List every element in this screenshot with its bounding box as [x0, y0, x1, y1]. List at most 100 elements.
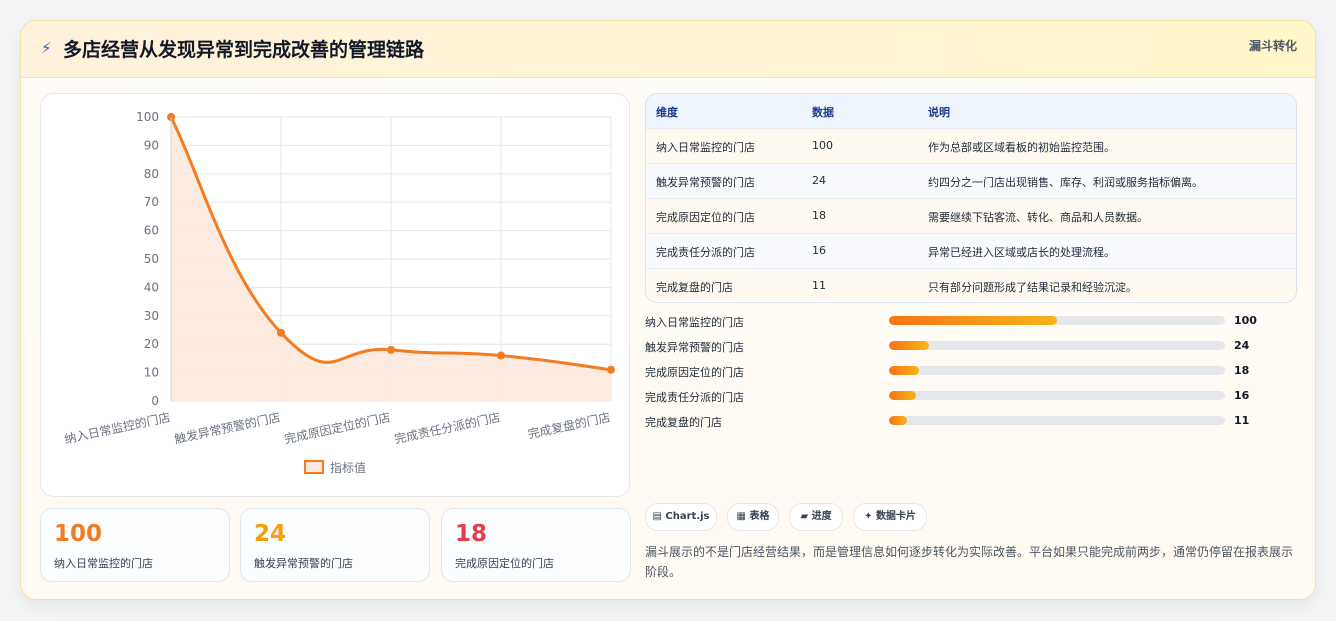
bolt-icon: ⚡	[41, 39, 52, 57]
y-tick-label: 20	[144, 337, 159, 351]
y-tick-label: 60	[144, 224, 159, 238]
stat-label: 完成原因定位的门店	[455, 557, 554, 570]
y-tick-label: 100	[136, 110, 159, 124]
y-tick-label: 50	[144, 252, 159, 266]
line-chart-panel: 0 10 20 30 40 50 60 70 80 90 100 纳入日常监控的门店 触发异常预警的门店…	[40, 93, 630, 497]
chip-label: Chart.js	[665, 511, 710, 522]
data-point	[387, 345, 395, 354]
table-cell: 触发异常预警的门店	[656, 176, 755, 189]
progress-fill	[889, 416, 908, 425]
table-cell: 异常已经进入区域或店长的处理流程。	[928, 246, 1115, 259]
table-row: 完成原因定位的门店 18 需要继续下钻客流、转化、商品和人员数据。	[646, 198, 1296, 234]
y-tick-label: 90	[144, 138, 159, 152]
progress-fill	[889, 391, 916, 400]
table-cell: 100	[812, 139, 833, 152]
stat-label: 纳入日常监控的门店	[54, 557, 153, 570]
y-tick-label: 10	[144, 366, 159, 380]
card-title: 多店经营从发现异常到完成改善的管理链路	[63, 39, 425, 61]
data-point	[277, 328, 285, 337]
table-cell: 纳入日常监控的门店	[656, 141, 755, 154]
y-tick-label: 40	[144, 280, 159, 294]
data-table: 维度 数据 说明 纳入日常监控的门店 100 作为总部或区域看板的初始监控范围。…	[645, 93, 1297, 303]
progress-label: 完成原因定位的门店	[645, 366, 744, 379]
table-header-cell: 数据	[812, 106, 834, 119]
progress-value: 11	[1234, 414, 1250, 427]
progress-label: 完成责任分派的门店	[645, 391, 744, 404]
progress-row: 完成复盘的门店 11	[645, 411, 1295, 431]
x-tick-label: 完成责任分派的门店	[393, 409, 502, 446]
data-point	[607, 365, 615, 374]
x-tick-label: 触发异常预警的门店	[173, 409, 282, 446]
y-tick-label: 80	[144, 167, 159, 181]
x-tick-label: 完成原因定位的门店	[283, 409, 392, 446]
summary-note: 漏斗展示的不是门店经营结果，而是管理信息如何逐步转化为实际改善。平台如果只能完成…	[645, 545, 1294, 579]
chip-label: 表格	[749, 511, 770, 522]
tag-progress[interactable]: ▰ 进度	[789, 503, 843, 531]
progress-track	[889, 341, 1225, 350]
progress-row: 完成责任分派的门店 16	[645, 386, 1295, 406]
line-chart: 0 10 20 30 40 50 60 70 80 90 100 纳入日常监控的门店 触发异常预警的门店…	[63, 110, 615, 475]
stat-card: 100 纳入日常监控的门店	[40, 508, 230, 582]
card-header: ⚡ 多店经营从发现异常到完成改善的管理链路 漏斗转化	[21, 21, 1315, 78]
stat-value: 100	[54, 521, 103, 547]
progress-track	[889, 391, 1225, 400]
legend-label: 指标值	[330, 460, 366, 475]
progress-row: 完成原因定位的门店 18	[645, 361, 1295, 381]
stat-card: 18 完成原因定位的门店	[441, 508, 631, 582]
table-cell: 需要继续下钻客流、转化、商品和人员数据。	[928, 211, 1148, 224]
progress-fill	[889, 366, 920, 375]
table-cell: 完成原因定位的门店	[656, 211, 755, 224]
table-cell: 11	[812, 279, 826, 292]
table-cell: 作为总部或区域看板的初始监控范围。	[928, 141, 1115, 154]
y-tick-label: 70	[144, 195, 159, 209]
tag-data-card[interactable]: ✦ 数据卡片	[853, 503, 927, 531]
category-tag: 漏斗转化	[1248, 39, 1297, 53]
chip-label: 数据卡片	[875, 511, 916, 522]
progress-label: 完成复盘的门店	[645, 416, 722, 429]
progress-list: 纳入日常监控的门店 100 触发异常预警的门店 24 完成原因定位的门店 18 …	[645, 311, 1295, 441]
table-row: 完成复盘的门店 11 只有部分问题形成了结果记录和经验沉淀。	[646, 268, 1296, 302]
table-cell: 24	[812, 174, 826, 187]
chart-icon: ▤	[652, 511, 662, 522]
funnel-card: ⚡ 多店经营从发现异常到完成改善的管理链路 漏斗转化 0 10 20 30 40 50 60…	[20, 20, 1316, 600]
table-cell: 完成复盘的门店	[656, 281, 733, 294]
progress-value: 16	[1234, 389, 1250, 402]
progress-fill	[889, 316, 1057, 325]
data-point	[497, 351, 505, 360]
table-header-cell: 维度	[656, 106, 678, 119]
table-row: 触发异常预警的门店 24 约四分之一门店出现销售、库存、利润或服务指标偏离。	[646, 163, 1296, 199]
chip-label: 进度	[811, 511, 832, 522]
tag-chartjs[interactable]: ▤ Chart.js	[645, 503, 717, 531]
progress-value: 24	[1234, 339, 1250, 352]
progress-value: 18	[1234, 364, 1250, 377]
progress-fill	[889, 341, 930, 350]
stat-label: 触发异常预警的门店	[254, 557, 353, 570]
table-row: 完成责任分派的门店 16 异常已经进入区域或店长的处理流程。	[646, 233, 1296, 269]
progress-label: 纳入日常监控的门店	[645, 316, 744, 329]
table-icon: ▦	[736, 511, 746, 522]
progress-value: 100	[1234, 314, 1257, 327]
table-cell: 只有部分问题形成了结果记录和经验沉淀。	[928, 281, 1137, 294]
stat-value: 24	[254, 521, 287, 547]
progress-row: 触发异常预警的门店 24	[645, 336, 1295, 356]
x-tick-label: 纳入日常监控的门店	[63, 409, 172, 446]
table-cell: 18	[812, 209, 826, 222]
table-header-row: 维度 数据 说明	[646, 94, 1296, 129]
y-tick-label: 0	[151, 394, 159, 408]
table-cell: 约四分之一门店出现销售、库存、利润或服务指标偏离。	[928, 176, 1203, 189]
progress-track	[889, 366, 1225, 375]
table-cell: 16	[812, 244, 826, 257]
table-cell: 完成责任分派的门店	[656, 246, 755, 259]
tag-table[interactable]: ▦ 表格	[727, 503, 779, 531]
progress-row: 纳入日常监控的门店 100	[645, 311, 1295, 331]
progress-track	[889, 416, 1225, 425]
y-tick-label: 30	[144, 309, 159, 323]
stat-value: 18	[455, 521, 488, 547]
progress-track	[889, 316, 1225, 325]
progress-label: 触发异常预警的门店	[645, 341, 744, 354]
progress-icon: ▰	[800, 511, 809, 522]
table-row: 纳入日常监控的门店 100 作为总部或区域看板的初始监控范围。	[646, 128, 1296, 164]
legend-swatch	[304, 460, 324, 474]
table-header-cell: 说明	[928, 106, 950, 119]
stat-card: 24 触发异常预警的门店	[240, 508, 430, 582]
